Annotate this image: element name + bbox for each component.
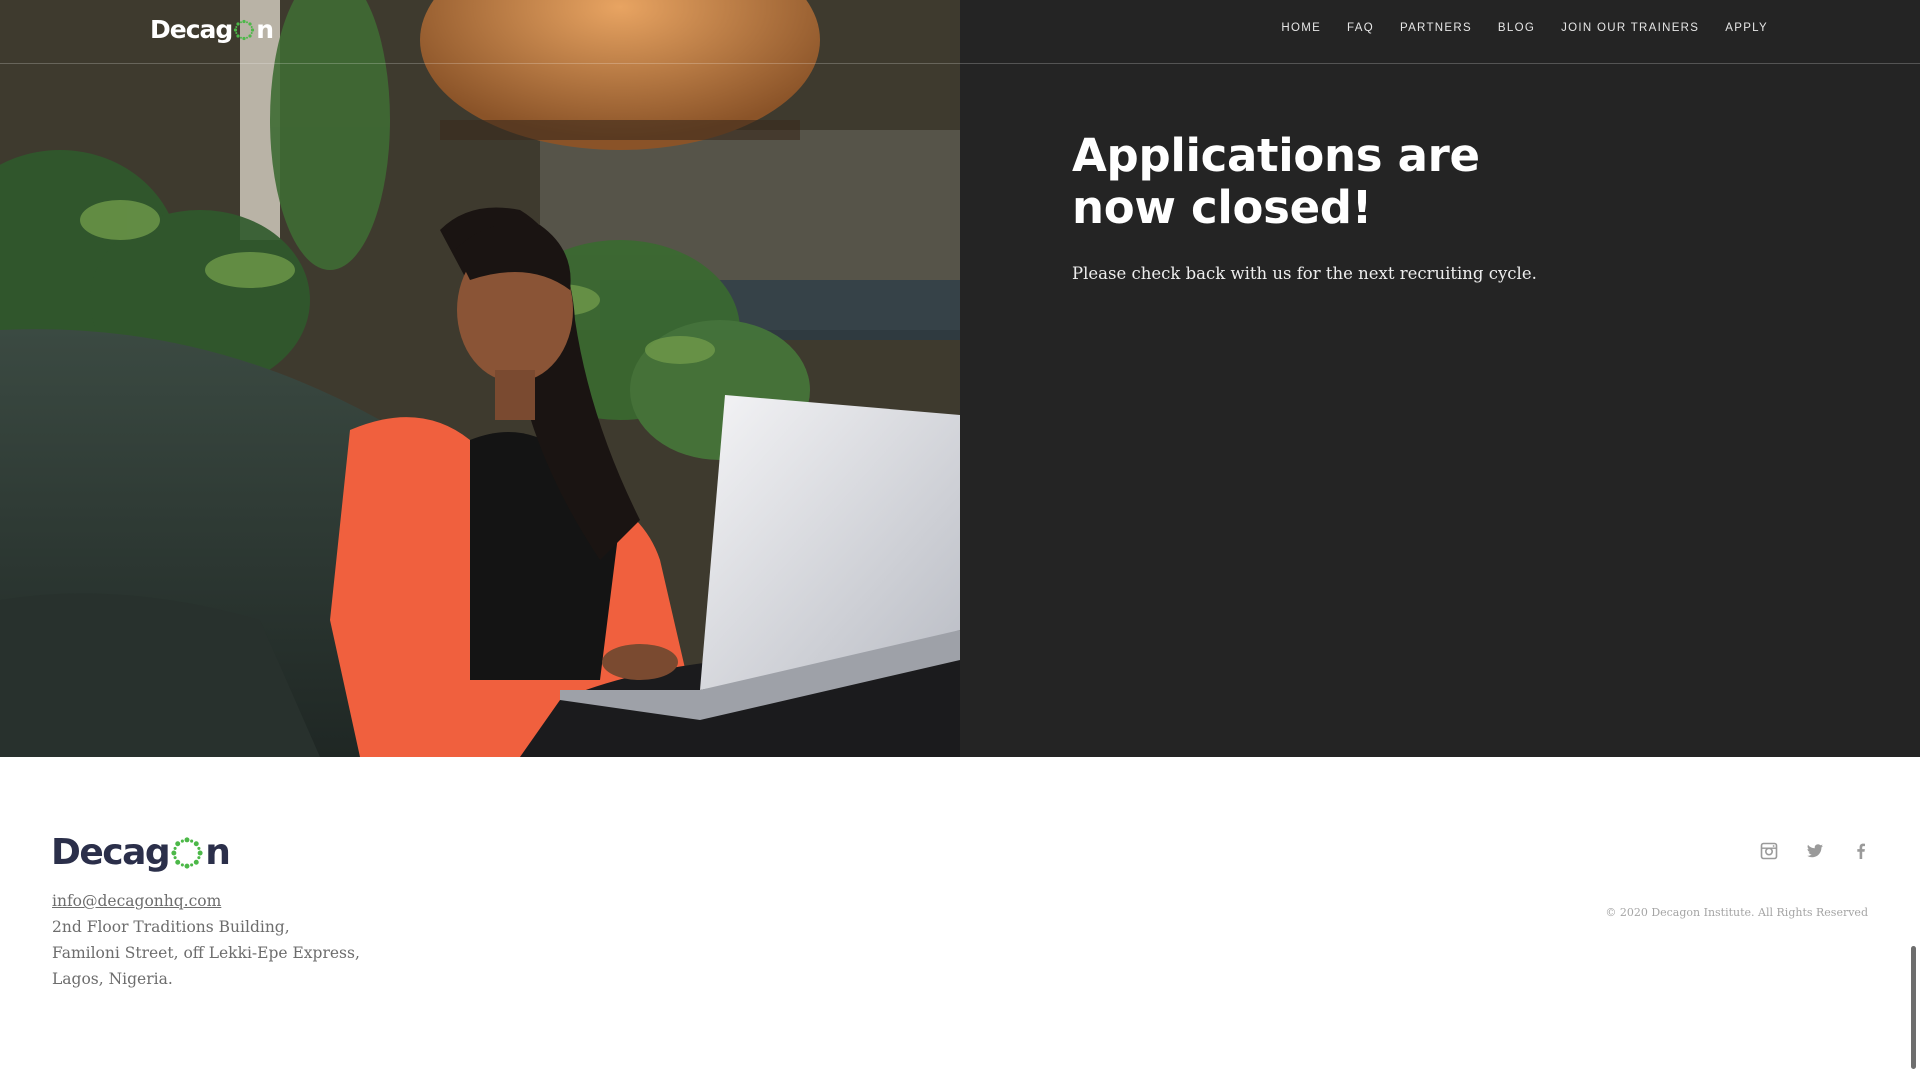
footer-email-link[interactable]: info@decagonhq.com [52,888,360,914]
facebook-icon[interactable] [1852,842,1870,860]
page-scrollbar[interactable] [1911,946,1916,1069]
hero-text-panel [960,0,1920,757]
footer-address-line: Lagos, Nigeria. [52,970,173,988]
footer-contact: info@decagonhq.com 2nd Floor Traditions … [52,888,360,992]
footer-copyright: © 2020 Decagon Institute. All Rights Res… [1605,906,1868,919]
logo-ring-icon [234,19,255,40]
hero-section: Applications are now closed! Please chec… [0,0,1920,757]
footer-address-line: Familoni Street, off Lekki-Epe Express, [52,944,360,962]
footer-logo-text-left: Decag [51,832,171,873]
nav-logo-text-left: Decag [150,15,233,44]
nav-apply-link[interactable]: APPLY [1725,22,1768,34]
nav-logo-text-right: n [256,15,274,44]
nav-blog-link[interactable]: BLOG [1498,22,1535,34]
twitter-icon[interactable] [1806,842,1824,860]
footer-logo-text-right: n [205,832,231,873]
top-navigation: Decag n HOME FAQ PARTNERS BLOG JOIN OUR … [0,0,1920,64]
nav-home-link[interactable]: HOME [1281,22,1321,34]
hero-photo [0,0,960,757]
hero-subtitle: Please check back with us for the next r… [1072,264,1537,283]
nav-faq-link[interactable]: FAQ [1347,22,1374,34]
footer-socials [1760,842,1870,860]
footer-logo[interactable]: Decag n [51,832,231,873]
logo-ring-icon [171,836,203,869]
nav-logo[interactable]: Decag n [150,15,274,44]
nav-links: HOME FAQ PARTNERS BLOG JOIN OUR TRAINERS… [1281,22,1768,34]
footer-address-line: 2nd Floor Traditions Building, [52,918,290,936]
hero-title: Applications are now closed! [1072,129,1480,234]
instagram-icon[interactable] [1760,842,1778,860]
nav-join-trainers-link[interactable]: JOIN OUR TRAINERS [1561,22,1699,34]
nav-partners-link[interactable]: PARTNERS [1400,22,1472,34]
